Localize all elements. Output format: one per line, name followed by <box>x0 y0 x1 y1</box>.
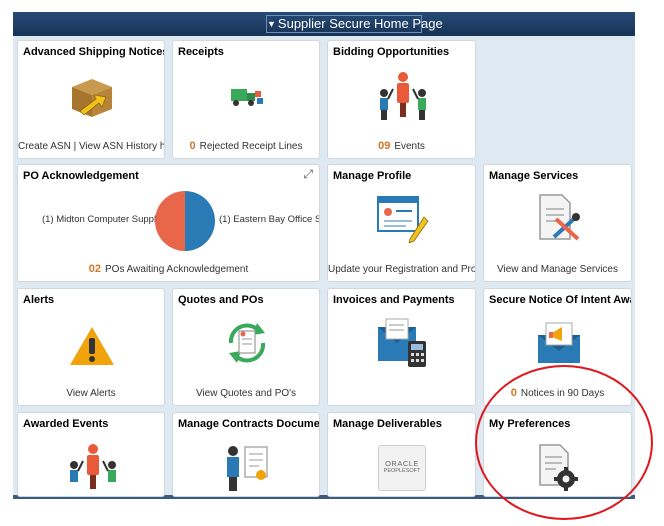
logo-line-2: PEOPLESOFT <box>383 468 421 474</box>
pie-label-right: (1) Eastern Bay Office Supp <box>219 214 319 225</box>
tile-manage-deliverables[interactable]: Manage Deliverables ORACLE PEOPLESOFT <box>327 412 476 497</box>
tile-title: Manage Deliverables <box>333 418 442 430</box>
tile-bidding-opportunities[interactable]: Bidding Opportunities 09 Events <box>327 40 476 159</box>
tile-footer: Create ASN | View ASN History here. <box>18 141 165 152</box>
delivery-truck-icon <box>231 89 263 106</box>
tile-alerts[interactable]: Alerts View Alerts <box>17 288 165 406</box>
profile-form-icon <box>377 196 429 243</box>
shipping-box-icon <box>72 79 112 117</box>
tile-footer: 0 Rejected Receipt Lines <box>173 140 319 152</box>
tile-title: Manage Contracts Documents <box>178 418 320 430</box>
pie-label-left: (1) Midton Computer Supplies <box>42 214 169 225</box>
tile-manage-contracts-documents[interactable]: Manage Contracts Documents <box>172 412 320 497</box>
tile-title: Awarded Events <box>23 418 109 430</box>
count-value: 09 <box>378 140 391 152</box>
tile-po-acknowledgement[interactable]: PO Acknowledgement ⤢ (1) Midton Computer… <box>17 164 320 282</box>
highlight-circle <box>475 365 653 520</box>
tile-title: Secure Notice Of Intent Award <box>489 294 632 306</box>
count-value: 0 <box>189 140 196 152</box>
po-pie-chart <box>155 191 215 251</box>
contract-signer-icon <box>227 446 268 491</box>
tile-title: Manage Services <box>489 170 579 182</box>
expand-icon[interactable]: ⤢ <box>303 167 313 182</box>
auction-people-icon <box>380 72 426 120</box>
tile-receipts[interactable]: Receipts 0 Rejected Receipt Lines <box>172 40 320 159</box>
count-label: POs Awaiting Acknowledgement <box>105 264 249 275</box>
oracle-peoplesoft-logo: ORACLE PEOPLESOFT <box>378 445 426 491</box>
tools-document-icon <box>539 194 580 241</box>
count-label: Rejected Receipt Lines <box>199 141 303 152</box>
tile-footer: View Quotes and PO's <box>195 388 297 399</box>
tile-footer: View and Manage Services <box>497 264 618 275</box>
tile-title: PO Acknowledgement <box>23 170 139 182</box>
refresh-document-icon <box>228 323 266 363</box>
invoice-calculator-icon <box>378 318 426 367</box>
tile-title: Alerts <box>23 294 55 306</box>
pie-slice-midton <box>155 191 185 251</box>
tile-title: Advanced Shipping Notices <box>23 46 165 58</box>
homepage-selector[interactable]: ▼ Supplier Secure Home Page <box>266 15 443 33</box>
tile-advanced-shipping-notices[interactable]: Advanced Shipping Notices Create ASN | V… <box>17 40 165 159</box>
tile-manage-services[interactable]: Manage Services View and Manage Services <box>483 164 632 282</box>
warning-icon <box>70 327 114 365</box>
homepage-title: Supplier Secure Home Page <box>277 16 443 31</box>
awarded-people-icon <box>70 444 116 489</box>
mail-megaphone-icon <box>538 322 580 363</box>
pie-slice-eastern-bay <box>185 191 215 251</box>
tile-title: Receipts <box>178 46 224 58</box>
tile-footer: View Alerts <box>66 388 116 399</box>
tile-invoices-and-payments[interactable]: Invoices and Payments <box>327 288 476 406</box>
count-label: Events <box>394 141 425 152</box>
tile-quotes-and-pos[interactable]: Quotes and POs View Quotes and PO's <box>172 288 320 406</box>
logo-line-1: ORACLE <box>385 459 419 468</box>
tile-footer: Update your Registration and Profile <box>328 264 476 275</box>
caret-down-icon: ▼ <box>267 19 276 29</box>
tile-title: Quotes and POs <box>178 294 264 306</box>
tile-title: Bidding Opportunities <box>333 46 450 58</box>
tile-manage-profile[interactable]: Manage Profile Update your Registration … <box>327 164 476 282</box>
count-value: 02 <box>88 263 101 275</box>
tile-footer: 02 POs Awaiting Acknowledgement <box>18 263 319 275</box>
tile-awarded-events[interactable]: Awarded Events <box>17 412 165 497</box>
tile-title: Invoices and Payments <box>333 294 455 306</box>
tile-footer: 09 Events <box>328 140 475 152</box>
page-banner: ▼ Supplier Secure Home Page <box>13 12 635 36</box>
tile-title: Manage Profile <box>333 170 412 182</box>
